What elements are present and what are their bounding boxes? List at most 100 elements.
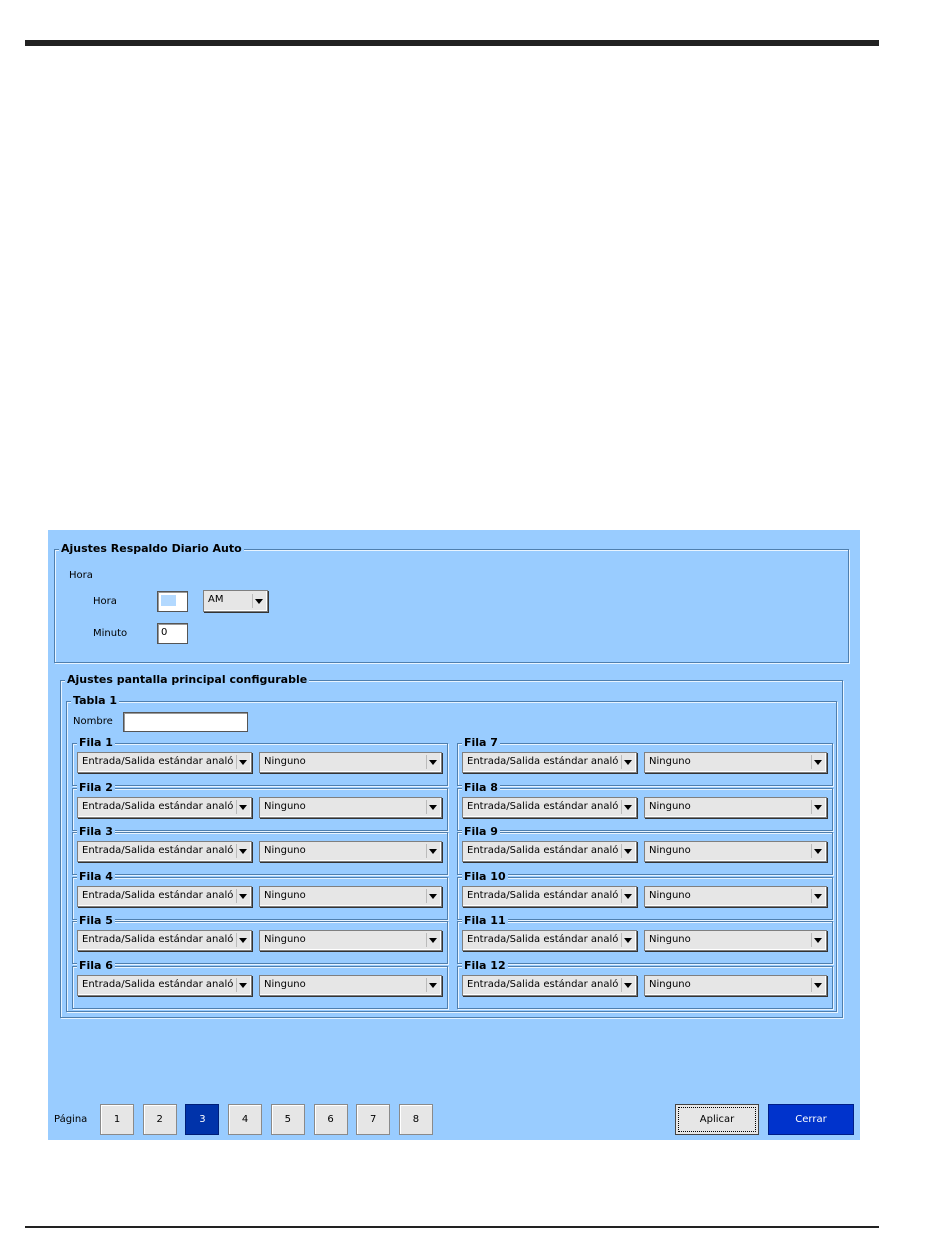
row-value-select-value: Ninguno — [264, 889, 306, 901]
row-value-select[interactable]: Ninguno — [259, 974, 442, 996]
row-label: Fila 2 — [77, 780, 115, 795]
row-value-select-value: Ninguno — [264, 934, 306, 945]
row-type-select[interactable]: Entrada/Salida estándar analó — [77, 796, 252, 818]
close-button[interactable]: Cerrar — [768, 1104, 854, 1135]
ampm-select[interactable]: AM — [203, 590, 268, 612]
row-type-select[interactable]: Entrada/Salida estándar analó — [462, 930, 637, 951]
row-label: Fila 1 — [77, 736, 115, 750]
row-value-select-value: Ninguno — [264, 800, 306, 812]
row-value-select[interactable]: Ninguno — [259, 796, 442, 818]
table-group-title: Tabla 1 — [71, 694, 120, 708]
chevron-down-icon — [236, 977, 249, 992]
pager-label: Página — [54, 1114, 88, 1125]
row-value-select-value: Ninguno — [649, 800, 691, 812]
row-value-select[interactable]: Ninguno — [644, 974, 827, 996]
chevron-down-icon — [811, 933, 824, 947]
chevron-down-icon — [621, 755, 634, 769]
row-type-select-value: Entrada/Salida estándar analó — [467, 978, 619, 990]
page-button-8[interactable]: 8 — [398, 1104, 433, 1135]
row-value-select-value: Ninguno — [649, 978, 691, 990]
chevron-down-icon — [621, 799, 634, 814]
chevron-down-icon — [252, 594, 265, 608]
row-value-select[interactable]: Ninguno — [259, 930, 442, 951]
minute-label: Minuto — [93, 628, 128, 639]
chevron-down-icon — [426, 977, 439, 992]
row-value-select[interactable]: Ninguno — [259, 885, 442, 907]
backup-group-title: Ajustes Respaldo Diario Auto — [59, 542, 244, 556]
row-value-select-value: Ninguno — [649, 845, 691, 856]
row-type-select[interactable]: Entrada/Salida estándar analó — [77, 974, 252, 996]
row-type-select[interactable]: Entrada/Salida estándar analó — [462, 841, 637, 862]
chevron-down-icon — [236, 888, 249, 903]
row-type-select-value: Entrada/Salida estándar analó — [82, 978, 234, 990]
row-type-select-value: Entrada/Salida estándar analó — [467, 800, 619, 812]
chevron-down-icon — [621, 977, 634, 992]
row-type-select-value: Entrada/Salida estándar analó — [82, 889, 234, 901]
page-button-7[interactable]: 7 — [356, 1104, 391, 1135]
chevron-down-icon — [811, 977, 824, 992]
row-label: Fila 4 — [77, 869, 115, 884]
chevron-down-icon — [426, 755, 439, 769]
row-type-select-value: Entrada/Salida estándar analó — [82, 800, 234, 812]
page-button-6[interactable]: 6 — [313, 1104, 348, 1135]
row-type-select[interactable]: Entrada/Salida estándar analó — [462, 885, 637, 907]
chevron-down-icon — [621, 933, 634, 947]
row-type-select-value: Entrada/Salida estándar analó — [467, 756, 619, 767]
row-value-select-value: Ninguno — [264, 756, 306, 767]
row-type-select[interactable]: Entrada/Salida estándar analó — [77, 752, 252, 773]
page-button-2[interactable]: 2 — [142, 1104, 177, 1135]
chevron-down-icon — [811, 755, 824, 769]
ampm-select-value: AM — [208, 594, 224, 605]
chevron-down-icon — [811, 844, 824, 858]
row-label: Fila 5 — [77, 914, 115, 928]
row-type-select[interactable]: Entrada/Salida estándar analó — [77, 885, 252, 907]
row-value-select[interactable]: Ninguno — [644, 930, 827, 951]
row-value-select-value: Ninguno — [649, 934, 691, 945]
chevron-down-icon — [236, 799, 249, 814]
row-value-select[interactable]: Ninguno — [644, 885, 827, 907]
row-type-select[interactable]: Entrada/Salida estándar analó — [462, 752, 637, 773]
name-input[interactable] — [123, 712, 248, 732]
row-type-select[interactable]: Entrada/Salida estándar analó — [77, 841, 252, 862]
row-value-select-value: Ninguno — [649, 889, 691, 901]
row-label: Fila 8 — [462, 780, 500, 795]
row-type-select-value: Entrada/Salida estándar analó — [467, 934, 619, 945]
row-label: Fila 7 — [462, 736, 500, 750]
chevron-down-icon — [811, 799, 824, 814]
screen-group-title: Ajustes pantalla principal configurable — [65, 673, 310, 687]
bottom-rule — [25, 1226, 879, 1228]
row-value-select[interactable]: Ninguno — [644, 752, 827, 773]
chevron-down-icon — [426, 888, 439, 903]
row-value-select-value: Ninguno — [649, 756, 691, 767]
row-value-select[interactable]: Ninguno — [259, 752, 442, 773]
chevron-down-icon — [426, 933, 439, 947]
row-type-select-value: Entrada/Salida estándar analó — [467, 889, 619, 901]
chevron-down-icon — [621, 844, 634, 858]
row-label: Fila 9 — [462, 825, 500, 839]
name-label: Nombre — [73, 716, 113, 727]
row-value-select-value: Ninguno — [264, 845, 306, 856]
chevron-down-icon — [236, 755, 249, 769]
page-button-5[interactable]: 5 — [270, 1104, 305, 1135]
page-button-4[interactable]: 4 — [228, 1104, 263, 1135]
hour-input[interactable]: 12 — [157, 591, 188, 612]
chevron-down-icon — [811, 888, 824, 903]
apply-button[interactable]: Aplicar — [675, 1104, 759, 1135]
row-value-select[interactable]: Ninguno — [259, 841, 442, 862]
page-button-1[interactable]: 1 — [100, 1104, 134, 1135]
row-type-select[interactable]: Entrada/Salida estándar analó — [77, 930, 252, 951]
minute-input[interactable]: 0 — [157, 623, 188, 644]
row-label: Fila 3 — [77, 825, 115, 839]
chevron-down-icon — [236, 933, 249, 947]
time-group-label: Hora — [69, 570, 93, 581]
page-button-3[interactable]: 3 — [185, 1104, 220, 1135]
row-type-select[interactable]: Entrada/Salida estándar analó — [462, 796, 637, 818]
row-type-select[interactable]: Entrada/Salida estándar analó — [462, 974, 637, 996]
row-label: Fila 12 — [462, 958, 508, 973]
row-value-select[interactable]: Ninguno — [644, 841, 827, 862]
row-label: Fila 11 — [462, 914, 508, 928]
minute-input-value: 0 — [161, 627, 168, 638]
hour-label: Hora — [93, 596, 117, 607]
row-value-select-value: Ninguno — [264, 978, 306, 990]
row-value-select[interactable]: Ninguno — [644, 796, 827, 818]
